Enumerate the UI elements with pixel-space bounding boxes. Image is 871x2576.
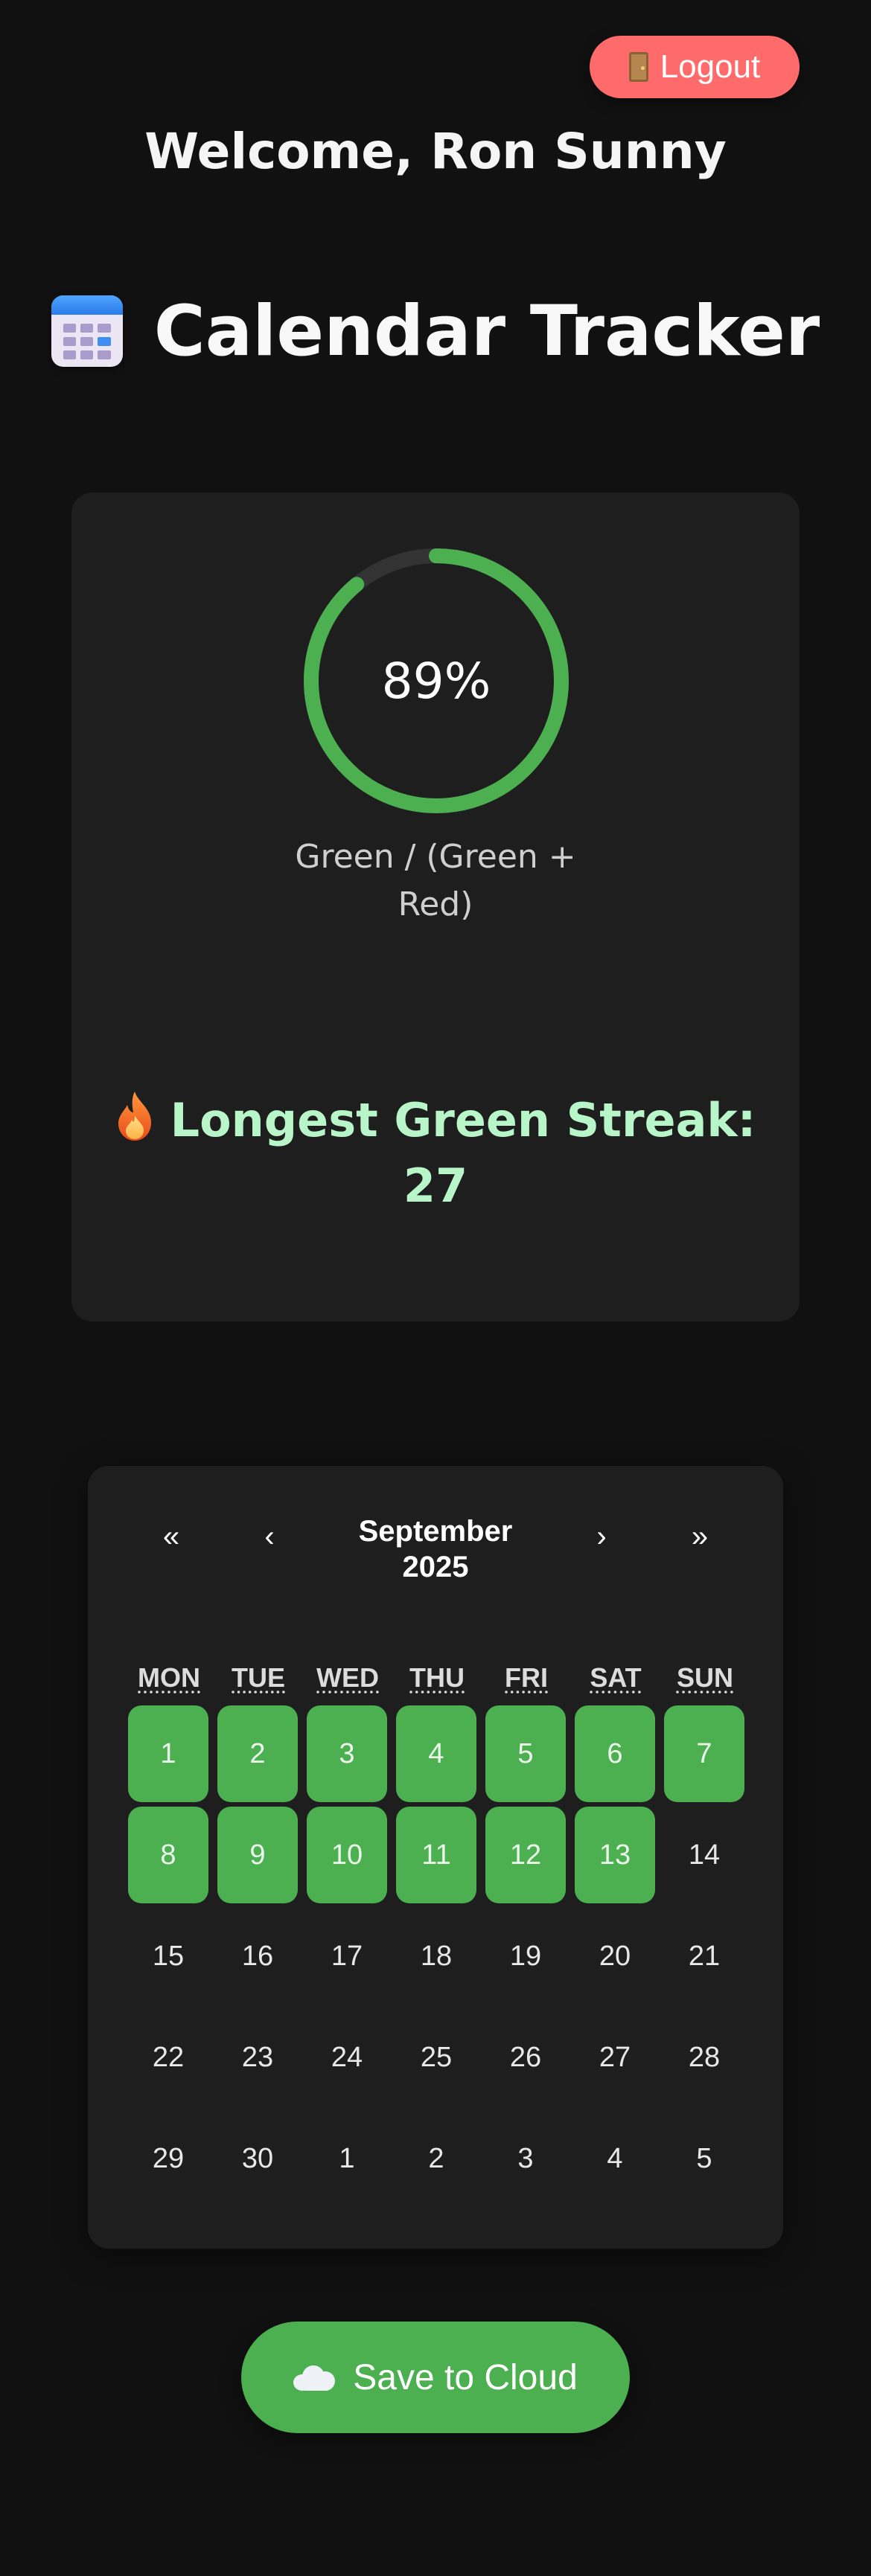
next-month-button[interactable]: ›: [572, 1510, 631, 1563]
calendar-day[interactable]: 22: [128, 2009, 208, 2106]
calendar-nav: « ‹ September 2025 › »: [88, 1510, 783, 1592]
month-title: September 2025: [324, 1513, 547, 1585]
calendar-day[interactable]: 17: [307, 1908, 387, 2005]
month-year: 2025: [402, 1551, 469, 1583]
calendar-day[interactable]: 6: [575, 1705, 655, 1802]
month-name: September: [358, 1515, 513, 1548]
calendar-day[interactable]: 2: [217, 1705, 298, 1802]
logout-label: Logout: [660, 48, 761, 85]
streak-display: Longest Green Streak: 27: [101, 1088, 770, 1219]
calendar-day[interactable]: 21: [664, 1908, 744, 2005]
calendar-day[interactable]: 12: [485, 1807, 566, 1903]
calendar-day[interactable]: 10: [307, 1807, 387, 1903]
weekday-label: SAT: [590, 1662, 642, 1693]
calendar-day[interactable]: 26: [485, 2009, 566, 2106]
weekday-label: WED: [316, 1662, 379, 1693]
calendar-day[interactable]: 29: [128, 2110, 208, 2207]
progress-ring: 89%: [299, 543, 574, 818]
calendar-day[interactable]: 1: [128, 1705, 208, 1802]
prev-month-button[interactable]: ‹: [240, 1510, 299, 1563]
save-to-cloud-button[interactable]: Save to Cloud: [241, 2322, 630, 2433]
calendar-day[interactable]: 15: [128, 1908, 208, 2005]
calendar-day[interactable]: 14: [664, 1807, 744, 1903]
calendar-day[interactable]: 30: [217, 2110, 298, 2207]
stats-card: 89% Green / (Green + Red) Longest Green: [71, 493, 800, 1321]
door-icon: [628, 52, 648, 82]
calendar-day[interactable]: 28: [664, 2009, 744, 2106]
page-title: Calendar Tracker: [153, 290, 820, 372]
calendar-day[interactable]: 3: [485, 2110, 566, 2207]
calendar-day[interactable]: 2: [396, 2110, 476, 2207]
calendar-day[interactable]: 23: [217, 2009, 298, 2106]
calendar-day[interactable]: 5: [485, 1705, 566, 1802]
day-grid: 1 2 3 4 5 6 7 8 9 10 11 12 13 14 15 16 17 18 19 20 21 22 23 24 2…: [128, 1705, 753, 2211]
app-title-row: Calendar Tracker: [0, 283, 871, 379]
calendar-day[interactable]: 7: [664, 1705, 744, 1802]
weekday-label: FRI: [505, 1662, 548, 1693]
calendar-day[interactable]: 4: [575, 2110, 655, 2207]
calendar-day[interactable]: 8: [128, 1807, 208, 1903]
calendar-day[interactable]: 13: [575, 1807, 655, 1903]
calendar-day[interactable]: 20: [575, 1908, 655, 2005]
calendar-day[interactable]: 27: [575, 2009, 655, 2106]
calendar-day[interactable]: 5: [664, 2110, 744, 2207]
streak-label: Longest Green Streak: 27: [170, 1093, 756, 1213]
calendar-day[interactable]: 24: [307, 2009, 387, 2106]
calendar-day[interactable]: 9: [217, 1807, 298, 1903]
flame-icon: [118, 1092, 151, 1141]
next-year-button[interactable]: »: [670, 1510, 730, 1563]
calendar-day[interactable]: 4: [396, 1705, 476, 1802]
weekday-label: TUE: [232, 1662, 285, 1693]
calendar-day[interactable]: 11: [396, 1807, 476, 1903]
page: Logout Welcome, Ron Sunny Calendar Track…: [0, 0, 871, 2576]
calendar-icon: [51, 295, 123, 367]
calendar-day[interactable]: 3: [307, 1705, 387, 1802]
calendar-day[interactable]: 16: [217, 1908, 298, 2005]
calendar-day[interactable]: 1: [307, 2110, 387, 2207]
cloud-icon: [293, 2364, 336, 2391]
weekday-label: THU: [409, 1662, 465, 1693]
ratio-caption: Green / (Green + Red): [295, 838, 576, 923]
save-label: Save to Cloud: [353, 2357, 578, 2397]
calendar-day[interactable]: 25: [396, 2009, 476, 2106]
weekday-header: MON TUE WED THU FRI SAT SUN: [128, 1662, 753, 1699]
weekday-label: MON: [138, 1662, 200, 1693]
calendar-day[interactable]: 18: [396, 1908, 476, 2005]
calendar-day[interactable]: 19: [485, 1908, 566, 2005]
logout-button[interactable]: Logout: [590, 36, 800, 98]
ratio-percent: 89%: [381, 652, 491, 710]
calendar-card: « ‹ September 2025 › » MON TUE WED THU FRI SA…: [88, 1466, 783, 2249]
welcome-heading: Welcome, Ron Sunny: [144, 123, 727, 180]
prev-year-button[interactable]: «: [141, 1510, 201, 1563]
weekday-label: SUN: [676, 1662, 733, 1693]
